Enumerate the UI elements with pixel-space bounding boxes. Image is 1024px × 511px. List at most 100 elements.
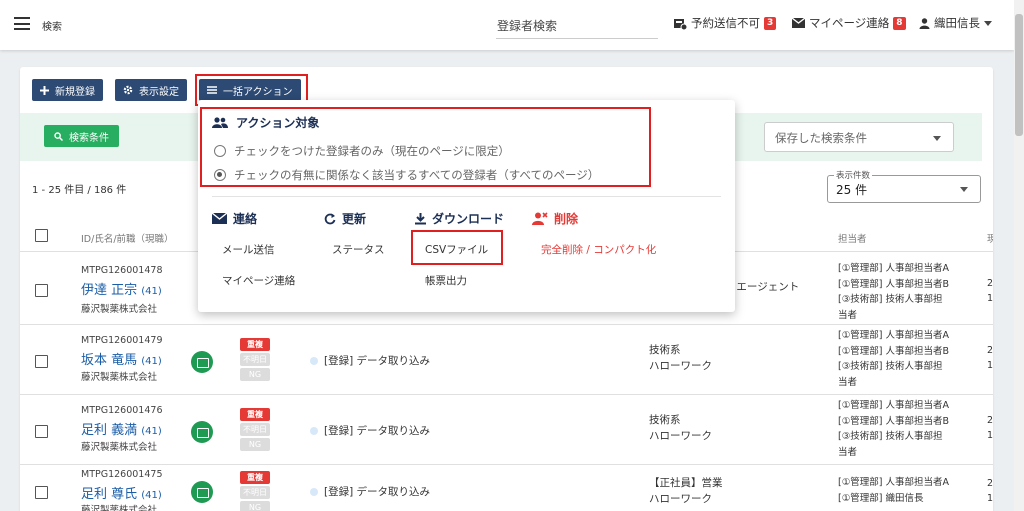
manager-line: [①管理部] 人事部担当者A xyxy=(838,263,949,274)
manager-line: [①管理部] 織田信長 xyxy=(838,492,924,504)
form-output-item[interactable]: 帳票出力 xyxy=(425,273,467,288)
job-category: ] エージェント xyxy=(729,281,800,293)
chevron-down-icon xyxy=(960,187,968,192)
registrant-name-link[interactable]: 伊達 正宗 (41) xyxy=(81,279,162,298)
per-page-label: 表示件数 xyxy=(834,169,873,181)
plus-icon xyxy=(40,85,49,95)
unknown-date-tag: 不明日 xyxy=(240,353,270,366)
reserve-unavailable-label: 予約送信不可 xyxy=(691,16,760,30)
row-checkbox[interactable] xyxy=(35,284,48,297)
saved-search-select[interactable]: 保存した検索条件 xyxy=(764,122,954,152)
user-menu[interactable]: 織田信長 xyxy=(919,15,992,31)
mail-icon xyxy=(212,213,227,224)
card-icon[interactable] xyxy=(191,481,213,503)
table-row[interactable]: MTPG126001479 坂本 竜馬 (41) 藤沢製薬株式会社 重複 不明日… xyxy=(20,324,993,394)
gear-icon xyxy=(123,85,133,95)
display-settings-label: 表示設定 xyxy=(139,86,179,98)
registrant-company: 藤沢製薬株式会社 xyxy=(81,372,158,383)
page-scrollbar[interactable] xyxy=(1014,0,1024,511)
manager-line: [③技術部] 技術人事部担 xyxy=(838,294,943,305)
delete-section-label: 削除 xyxy=(554,212,579,226)
registrant-name: 坂本 竜馬 xyxy=(81,353,138,368)
col-id-header: ID/氏名/前職（現職） xyxy=(81,234,174,245)
edge-value: 1 xyxy=(987,293,993,304)
manager-list: [①管理部] 人事部担当者A [①管理部] 人事部担当者B [③技術部] 技術人… xyxy=(838,398,949,460)
new-register-button[interactable]: 新規登録 xyxy=(32,79,103,101)
calendar-block-icon xyxy=(674,18,687,30)
manager-list: [①管理部] 人事部担当者A [①管理部] 織田信長 xyxy=(838,475,949,506)
manager-list: [①管理部] 人事部担当者A [①管理部] 人事部担当者B [③技術部] 技術人… xyxy=(838,328,949,390)
select-all-checkbox[interactable] xyxy=(35,229,48,242)
manager-line: 当者 xyxy=(838,309,858,321)
edge-values: 21 xyxy=(987,413,993,443)
new-register-label: 新規登録 xyxy=(55,86,95,98)
manager-line: [①管理部] 人事部担当者B xyxy=(838,415,949,427)
ng-tag: NG xyxy=(240,438,270,451)
registrant-name-link[interactable]: 坂本 竜馬 (41) xyxy=(81,349,162,368)
unknown-date-tag: 不明日 xyxy=(240,486,270,499)
send-email-item[interactable]: メール送信 xyxy=(222,242,275,257)
menu-icon[interactable] xyxy=(14,17,30,30)
registrant-age: (41) xyxy=(141,286,162,297)
search-conditions-label: 検索条件 xyxy=(69,132,109,144)
job-line: 【正社員】営業 xyxy=(649,477,723,489)
unknown-date-tag: 不明日 xyxy=(240,423,270,436)
registrant-name: 足利 義満 xyxy=(81,423,138,438)
registrant-search-input[interactable]: 登録者検索 xyxy=(496,12,658,39)
table-row[interactable]: MTPG126001476 足利 義満 (41) 藤沢製薬株式会社 重複 不明日… xyxy=(20,394,993,464)
user-icon xyxy=(919,17,930,29)
registration-route: [登録] データ取り込み xyxy=(310,423,430,438)
ng-tag: NG xyxy=(240,501,270,511)
mypage-contact-link[interactable]: マイページ連絡 8 xyxy=(792,15,906,31)
saved-search-placeholder: 保存した検索条件 xyxy=(775,131,867,145)
download-section-label: ダウンロード xyxy=(432,212,505,226)
job-line: ハローワーク xyxy=(649,493,712,505)
card-icon[interactable] xyxy=(191,351,213,373)
display-settings-button[interactable]: 表示設定 xyxy=(115,79,187,101)
col-edge-header: 現 xyxy=(987,234,993,245)
action-target-highlight xyxy=(200,107,651,187)
row-checkbox[interactable] xyxy=(35,486,48,499)
job-category: 【正社員】営業 ハローワーク xyxy=(649,475,723,507)
duplicate-tag: 重複 xyxy=(240,338,270,351)
scroll-thumb[interactable] xyxy=(1015,14,1023,136)
registrant-name: 足利 尊氏 xyxy=(81,487,138,502)
route-text: [登録] データ取り込み xyxy=(324,486,431,498)
job-category: 技術系 ハローワーク xyxy=(649,412,712,444)
manager-line: [③技術部] 技術人事部担 xyxy=(838,361,943,372)
row-checkbox[interactable] xyxy=(35,355,48,368)
registrant-name-link[interactable]: 足利 尊氏 (41) xyxy=(81,483,162,502)
bulk-action-menu: アクション対象 チェックをつけた登録者のみ（現在のページに限定） チェックの有無… xyxy=(198,100,735,312)
per-page-select[interactable]: 表示件数 25 件 xyxy=(827,169,981,203)
row-checkbox[interactable] xyxy=(35,425,48,438)
registrant-id: MTPG126001478 xyxy=(81,265,163,276)
manager-list: [①管理部] 人事部担当者A [①管理部] 人事部担当者B [③技術部] 技術人… xyxy=(838,261,949,323)
registrant-name-link[interactable]: 足利 義満 (41) xyxy=(81,419,162,438)
edge-value: 2 xyxy=(987,278,993,289)
contact-section-title: 連絡 xyxy=(212,210,257,227)
status-dot xyxy=(310,426,318,435)
card-icon[interactable] xyxy=(191,421,213,443)
manager-line: 当者 xyxy=(838,446,858,458)
manager-line: [①管理部] 人事部担当者A xyxy=(838,330,949,341)
status-item[interactable]: ステータス xyxy=(332,242,385,257)
reserve-unavailable-link[interactable]: 予約送信不可 3 xyxy=(673,15,777,31)
result-count: 1 - 25 件目 / 186 件 xyxy=(32,185,127,196)
mypage-contact-item[interactable]: マイページ連絡 xyxy=(222,273,295,288)
registrant-id: MTPG126001476 xyxy=(81,405,163,416)
status-dot xyxy=(310,356,318,365)
status-dot xyxy=(310,487,318,496)
delete-user-icon xyxy=(532,212,548,225)
search-conditions-button[interactable]: 検索条件 xyxy=(44,125,119,147)
top-bar: 検索 登録者検索 予約送信不可 3 マイページ連絡 8 織田信長 xyxy=(0,0,1014,50)
download-section-title: ダウンロード xyxy=(415,210,504,227)
registrant-company: 藤沢製薬株式会社 xyxy=(81,442,158,453)
refresh-icon xyxy=(324,213,336,224)
full-delete-item[interactable]: 完全削除 / コンパクト化 xyxy=(541,242,656,257)
mypage-contact-label: マイページ連絡 xyxy=(809,16,890,30)
chevron-down-icon xyxy=(933,136,941,141)
job-line: ハローワーク xyxy=(649,360,712,372)
registrant-age: (41) xyxy=(141,426,162,437)
update-section-title: 更新 xyxy=(324,210,366,227)
table-row[interactable]: MTPG126001475 足利 尊氏 (41) 藤沢製薬株式会社 重複 不明日… xyxy=(20,464,993,511)
